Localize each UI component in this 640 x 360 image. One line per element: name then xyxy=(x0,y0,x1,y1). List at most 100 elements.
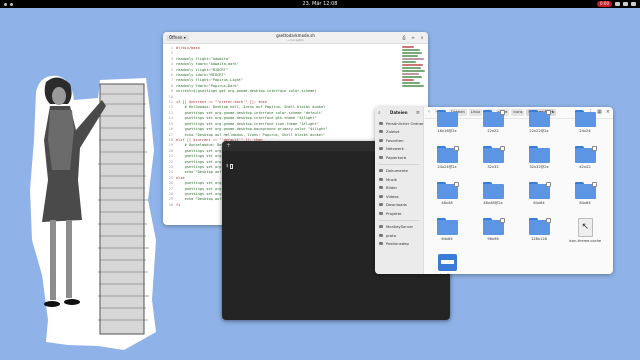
clock[interactable]: 23. Mär 12:08 xyxy=(0,1,640,7)
file-item[interactable]: 24x24 xyxy=(567,110,603,133)
menu-icon[interactable]: ≡ xyxy=(410,35,416,41)
sidebar-item-label: Videos xyxy=(386,193,399,199)
folder-icon xyxy=(379,194,383,198)
new-tab-icon[interactable]: + xyxy=(226,142,231,149)
folder-icon xyxy=(379,225,383,229)
file-item[interactable]: 128x128 xyxy=(521,218,557,241)
terminal-prompt[interactable]: $ xyxy=(226,163,234,169)
sidebar-item[interactable]: Papierkorb xyxy=(375,153,423,162)
folder-icon xyxy=(379,138,383,142)
file-item[interactable]: 48x48 xyxy=(429,182,465,205)
folder-icon xyxy=(379,177,383,181)
sidebar-item-label: Persönlicher Ordner xyxy=(386,120,424,126)
file-label: 24x24@2x xyxy=(437,165,457,169)
file-sidebar: ⌕ Dateien ≡ Persönlicher Ordner Zuletzt Fa… xyxy=(375,107,424,274)
file-label: index.theme xyxy=(429,273,465,274)
sidebar-item[interactable]: MonkeyServer xyxy=(375,223,423,232)
file-item[interactable]: ↖ icon-theme.cache xyxy=(567,218,603,243)
file-label: 22x22@2x xyxy=(529,129,549,133)
line-number: 30 xyxy=(168,202,173,207)
sidebar-item-label: Papierkorb xyxy=(386,154,407,160)
sidebar-item[interactable]: Netzwerk xyxy=(375,145,423,154)
search-icon[interactable]: ⌕ xyxy=(378,110,381,116)
battery-icon xyxy=(631,2,636,6)
file-item[interactable]: index.theme xyxy=(429,254,465,274)
folder-icon xyxy=(482,146,505,163)
sidebar-separator xyxy=(378,163,420,165)
file-item[interactable]: 42x42 xyxy=(567,146,603,169)
sidebar-item-label: proto xyxy=(386,232,397,238)
minimap[interactable] xyxy=(402,46,426,116)
file-item[interactable]: 16x16@2x xyxy=(429,110,465,133)
folder-icon xyxy=(482,182,504,199)
folder-icon xyxy=(528,146,550,163)
close-icon[interactable]: × xyxy=(606,109,610,115)
sidebar-item[interactable]: Projekte xyxy=(375,209,423,218)
save-icon[interactable]: ⎙ xyxy=(401,35,407,41)
sidebar-item-label: Musik xyxy=(386,176,397,182)
file-item[interactable]: 64x64 xyxy=(521,182,557,205)
file-item[interactable]: 96x96 xyxy=(475,218,511,241)
folder-icon xyxy=(528,218,551,235)
sidebar-item[interactable]: Musik xyxy=(375,175,423,184)
sidebar-item[interactable]: Postionsdep xyxy=(375,240,423,249)
sidebar-item[interactable]: Dokumente xyxy=(375,167,423,176)
file-item[interactable]: 48x48@2x xyxy=(475,182,511,205)
line-text: current=$(gsettings get org.gnome.deskto… xyxy=(176,89,317,94)
sidebar-item[interactable]: Zuletzt xyxy=(375,128,423,137)
file-label: 42x42 xyxy=(579,165,591,169)
file-label: 32x32 xyxy=(487,165,499,169)
file-label: 84x84 xyxy=(579,201,591,205)
sidebar-item[interactable]: proto xyxy=(375,231,423,240)
menu-icon[interactable]: ≡ xyxy=(416,110,420,116)
file-label: 24x24 xyxy=(579,129,591,133)
top-bar: 23. Mär 12:08 0:00 xyxy=(0,0,640,8)
file-item[interactable]: 22x22 xyxy=(475,110,511,133)
folder-icon xyxy=(482,218,505,235)
sidebar-item-label: Postionsdep xyxy=(386,241,409,247)
line-text: echo "Desktop auf xyxy=(176,197,222,202)
status-area[interactable]: 0:00 xyxy=(597,1,636,7)
sidebar-item-label: Zuletzt xyxy=(386,129,400,135)
file-item[interactable]: 24x24@2x xyxy=(429,146,465,169)
file-label: 48x48 xyxy=(441,201,453,205)
editor-headerbar: Öffnen ▾ gsettodarkmode.sh ~/.local/bin … xyxy=(163,32,428,44)
sidebar-item-label: Downloads xyxy=(386,202,407,208)
file-item[interactable]: 22x22@2x xyxy=(521,110,557,133)
folder-icon xyxy=(528,182,551,199)
file-label: 48x48@2x xyxy=(483,201,503,205)
sidebar-item-label: Netzwerk xyxy=(386,146,404,152)
recording-badge[interactable]: 0:00 xyxy=(597,1,612,7)
folder-icon xyxy=(436,182,459,199)
file-label: 22x22 xyxy=(487,129,499,133)
file-manager-window[interactable]: ⌕ Dateien ≡ Persönlicher Ordner Zuletzt Fa… xyxy=(375,107,613,274)
folder-icon xyxy=(379,242,383,246)
close-icon[interactable]: × xyxy=(419,35,425,41)
sidebar-item[interactable]: Downloads xyxy=(375,201,423,210)
file-main: ‹ › DateienLinuxusrshareiconsPapirus-Dar… xyxy=(425,107,613,274)
editor-subtitle: ~/.local/bin xyxy=(286,38,305,42)
network-icon xyxy=(615,2,620,6)
sidebar-item[interactable]: Bilder xyxy=(375,184,423,193)
folder-icon xyxy=(574,182,597,199)
sidebar-item-label: Projekte xyxy=(386,210,402,216)
file-item[interactable]: 32x32 xyxy=(475,146,511,169)
folder-icon xyxy=(379,211,383,215)
file-item[interactable]: 32x32@2x xyxy=(521,146,557,169)
sidebar-item[interactable]: Persönlicher Ordner xyxy=(375,119,424,128)
volume-icon xyxy=(623,2,628,6)
app-title: Dateien xyxy=(390,110,408,115)
sidebar-item[interactable]: Videos xyxy=(375,192,423,201)
sidebar-item-label: Favoriten xyxy=(386,137,404,143)
text-cursor xyxy=(230,163,234,169)
file-label: 64x64 xyxy=(533,201,545,205)
file-item[interactable]: 84x84 xyxy=(567,182,603,205)
folder-icon xyxy=(436,110,458,127)
sidebar-item[interactable]: Favoriten xyxy=(375,136,423,145)
file-label: 64x64 xyxy=(441,237,453,241)
theme-file-icon xyxy=(437,254,457,271)
folder-icon xyxy=(379,233,383,237)
folder-icon xyxy=(574,110,596,127)
file-item[interactable]: 64x64 xyxy=(429,218,465,241)
folder-icon xyxy=(436,218,458,235)
